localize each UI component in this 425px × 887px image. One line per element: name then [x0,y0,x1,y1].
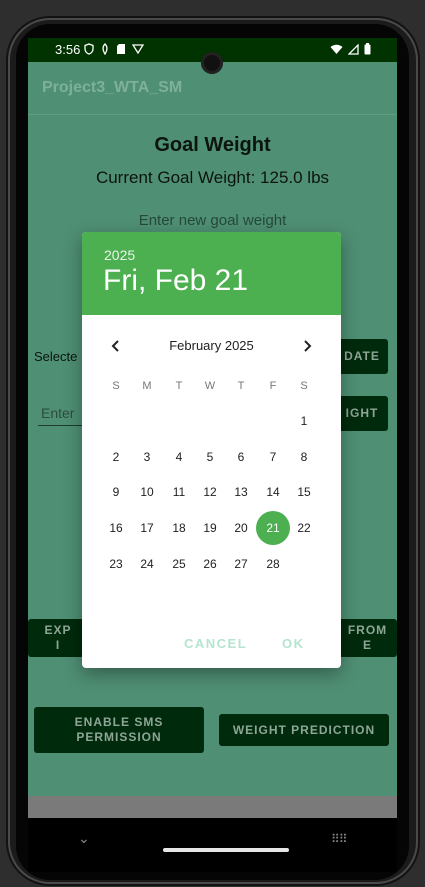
wifi-icon [330,44,343,54]
calendar-day[interactable]: 22 [287,511,321,545]
weekday-label: S [300,380,308,392]
weekday-label: W [204,380,216,392]
calendar-day[interactable]: 18 [162,511,196,545]
next-month-button[interactable] [293,332,321,360]
enter-weight-underline [38,425,88,426]
calendar-day[interactable]: 10 [130,475,164,509]
add-weight-button[interactable]: IGHT [336,396,388,431]
calendar-day[interactable]: 13 [224,475,258,509]
calendar-day[interactable]: 26 [193,547,227,581]
shield-icon [84,43,94,55]
calendar-day[interactable]: 25 [162,547,196,581]
calendar-day-selected[interactable]: 21 [256,511,290,545]
calendar-day[interactable]: 14 [256,475,290,509]
month-navigation: February 2025 [82,332,341,360]
calendar-day[interactable]: 7 [256,440,290,474]
calendar-day[interactable]: 11 [162,475,196,509]
select-date-button[interactable]: DATE [336,339,388,374]
calendar-day[interactable]: 27 [224,547,258,581]
calendar-day[interactable]: 20 [224,511,258,545]
export-button[interactable]: EXP I [28,619,88,657]
calendar-day[interactable]: 1 [287,404,321,438]
calendar-day[interactable]: 5 [193,440,227,474]
calendar-day[interactable]: 19 [193,511,227,545]
date-picker-dialog: 2025 Fri, Feb 21 February 2025 SMTWTFS 1… [82,232,341,668]
chevron-right-icon [304,340,312,352]
header-year[interactable]: 2025 [104,247,135,263]
header-selected-date: Fri, Feb 21 [103,264,249,297]
calendar-day[interactable]: 24 [130,547,164,581]
selected-date-label: Selecte [34,349,78,364]
weekday-label: S [112,380,120,392]
chevron-down-icon[interactable]: ⌄ [78,830,90,847]
signal-icon [348,43,359,55]
calendar-day[interactable]: 15 [287,475,321,509]
weekday-label: F [269,380,277,392]
calendar-day[interactable]: 4 [162,440,196,474]
calendar-day[interactable]: 6 [224,440,258,474]
enable-sms-permission-button[interactable]: ENABLE SMS PERMISSION [34,707,204,753]
home-gesture-handle[interactable] [163,848,289,852]
status-time: 3:56 [55,42,81,57]
enter-weight-input[interactable]: Enter [41,405,74,421]
calendar-day[interactable]: 28 [256,547,290,581]
system-nav-bar: ⌄ ⠿⠿ [28,818,397,872]
goal-weight-heading: Goal Weight [154,134,271,156]
weekday-label: T [175,380,183,392]
calendar-day[interactable]: 12 [193,475,227,509]
bottom-gray-strip [28,796,397,818]
front-camera [201,52,223,74]
weekday-label: M [142,380,152,392]
calendar-day[interactable]: 3 [130,440,164,474]
app-title: Project3_WTA_SM [42,79,183,96]
cancel-button[interactable]: CANCEL [184,636,247,651]
calendar-day[interactable]: 9 [99,475,133,509]
calendar-day[interactable]: 23 [99,547,133,581]
app-bar-divider [28,114,397,115]
sd-card-icon [117,44,125,54]
calendar-day[interactable]: 17 [130,511,164,545]
enter-goal-weight-field[interactable]: Enter new goal weight [28,212,397,229]
import-from-button[interactable]: FROM E [338,619,397,657]
current-goal-weight-text: Current Goal Weight: 125.0 lbs [95,168,330,187]
battery-icon [364,43,371,55]
keyboard-icon[interactable]: ⠿⠿ [331,832,348,846]
ok-button[interactable]: OK [282,636,305,651]
calendar-day[interactable]: 2 [99,440,133,474]
weekday-label: T [237,380,245,392]
weight-prediction-button[interactable]: WEIGHT PREDICTION [219,714,389,746]
calendar-day[interactable]: 8 [287,440,321,474]
calendar-day[interactable]: 16 [99,511,133,545]
date-picker-header: 2025 Fri, Feb 21 [82,232,341,315]
wifi-triangle-icon [132,44,144,55]
location-icon [102,43,108,55]
